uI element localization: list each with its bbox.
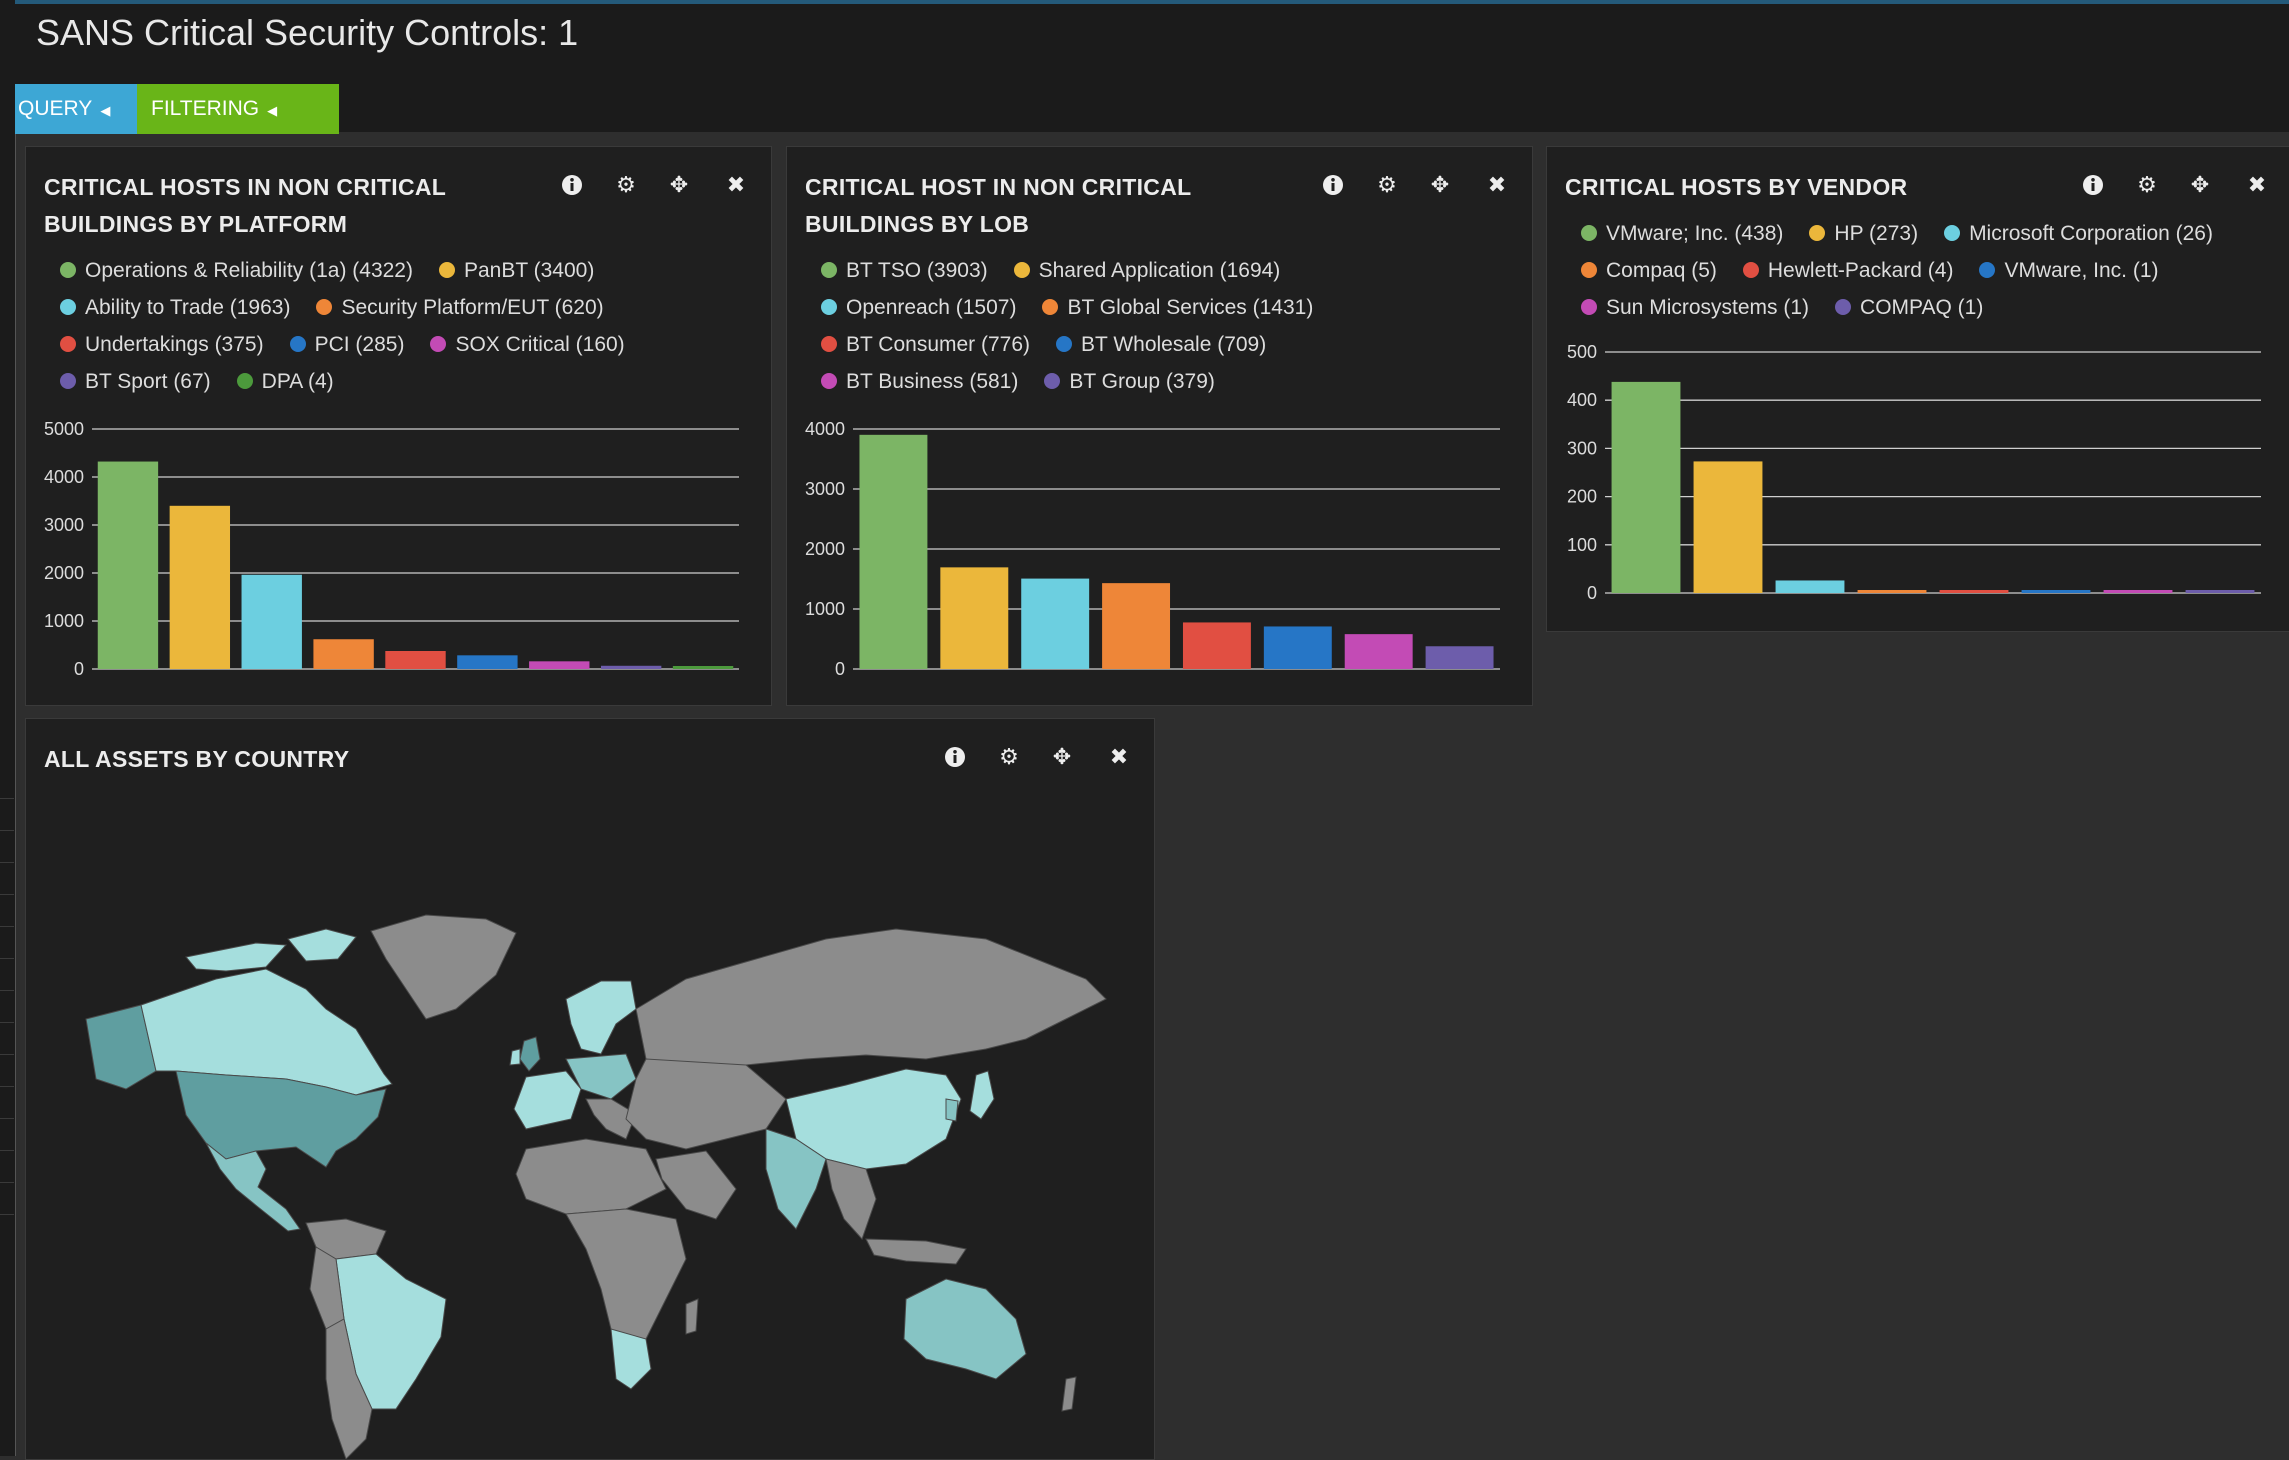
edge-cell (0, 928, 14, 959)
bar[interactable] (169, 505, 231, 669)
world-map[interactable] (26, 719, 1154, 1459)
y-tick-label: 3000 (805, 479, 845, 499)
edge-cell (0, 1088, 14, 1119)
edge-cell (0, 1152, 14, 1183)
y-tick-label: 1000 (44, 611, 84, 631)
bar[interactable] (1344, 634, 1413, 669)
y-tick-label: 0 (74, 659, 84, 679)
y-tick-label: 0 (835, 659, 845, 679)
bar[interactable] (529, 661, 590, 669)
query-button-label: QUERY (18, 97, 93, 120)
map-country-australia[interactable] (903, 1278, 1027, 1380)
y-tick-label: 5000 (44, 419, 84, 439)
map-country-north-africa[interactable] (515, 1138, 667, 1215)
bar-chart-vendor: 0 100 200 300 400 500 (1567, 342, 2261, 603)
map-country-new-zealand[interactable] (1061, 1376, 1077, 1412)
y-tick-label: 200 (1567, 487, 1597, 507)
edge-cell (0, 1024, 14, 1055)
left-edge-strip (0, 0, 16, 1456)
bar[interactable] (2021, 590, 2091, 593)
map-country-arabia[interactable] (655, 1150, 737, 1220)
dashboard-header: SANS Critical Security Controls: 1 QUERY… (15, 4, 2289, 134)
map-island-baffin[interactable] (287, 928, 357, 962)
map-country-france-iberia[interactable] (513, 1070, 582, 1130)
edge-cell (0, 1184, 14, 1215)
bar[interactable] (1611, 381, 1681, 593)
bar-chart-platform: 0 1000 2000 3000 4000 5000 (44, 419, 739, 679)
map-country-scandinavia[interactable] (565, 980, 637, 1055)
y-tick-label: 1000 (805, 599, 845, 619)
bar[interactable] (385, 651, 446, 669)
map-country-madagascar[interactable] (685, 1298, 699, 1335)
bar[interactable] (1857, 590, 1927, 593)
y-tick-label: 4000 (805, 419, 845, 439)
map-country-kazakh-middle-east[interactable] (625, 1058, 787, 1150)
bar[interactable] (457, 655, 518, 669)
map-country-greenland[interactable] (370, 914, 517, 1020)
page-title: SANS Critical Security Controls: 1 (36, 12, 579, 53)
caret-left-icon: ◀ (267, 103, 278, 118)
bar[interactable] (859, 434, 928, 669)
edge-cell (0, 1056, 14, 1087)
map-country-southeast-asia[interactable] (825, 1158, 877, 1240)
edge-cell (0, 1120, 14, 1151)
bar[interactable] (940, 567, 1009, 669)
y-tick-label: 0 (1587, 583, 1597, 603)
bar[interactable] (313, 639, 374, 669)
y-tick-label: 300 (1567, 438, 1597, 458)
edge-cell (0, 896, 14, 927)
bar[interactable] (97, 461, 159, 669)
map-country-mexico[interactable] (205, 1142, 301, 1232)
y-tick-label: 3000 (44, 515, 84, 535)
edge-cell (0, 992, 14, 1023)
bar[interactable] (1425, 646, 1494, 669)
edge-cell (0, 864, 14, 895)
panel-map: ALL ASSETS BY COUNTRY ⚙ ✥ ✖ (25, 718, 1155, 1460)
filtering-button-label: FILTERING (151, 97, 260, 120)
filtering-button[interactable]: FILTERING ◀ (137, 84, 339, 134)
bar[interactable] (1693, 461, 1763, 593)
map-country-japan[interactable] (969, 1070, 995, 1120)
edge-cell (0, 768, 14, 799)
caret-left-icon: ◀ (100, 103, 111, 118)
edge-cell (0, 832, 14, 863)
map-country-uk[interactable] (519, 1036, 541, 1072)
edge-cell (0, 800, 14, 831)
y-tick-label: 4000 (44, 467, 84, 487)
map-country-ireland[interactable] (509, 1048, 521, 1066)
y-tick-label: 500 (1567, 342, 1597, 362)
bar[interactable] (1182, 622, 1251, 669)
panel-vendor: CRITICAL HOSTS BY VENDOR ⚙ ✥ ✖ VMware; I… (1546, 146, 2289, 632)
bar[interactable] (1021, 578, 1090, 669)
map-island-arctic[interactable] (185, 942, 288, 972)
bar[interactable] (2103, 590, 2173, 593)
y-tick-label: 100 (1567, 535, 1597, 555)
panel-lob: CRITICAL HOST IN NON CRITICAL BUILDINGS … (786, 146, 1533, 706)
y-tick-label: 400 (1567, 390, 1597, 410)
map-country-indonesia[interactable] (865, 1238, 967, 1265)
bar[interactable] (1775, 580, 1845, 593)
bar[interactable] (2185, 590, 2255, 593)
panel-platform: CRITICAL HOSTS IN NON CRITICAL BUILDINGS… (25, 146, 772, 706)
edge-cell (0, 960, 14, 991)
bar[interactable] (1263, 626, 1332, 669)
bar[interactable] (600, 665, 662, 669)
bar-chart-lob: 0 1000 2000 3000 4000 (805, 419, 1500, 679)
y-tick-label: 2000 (805, 539, 845, 559)
y-tick-label: 2000 (44, 563, 84, 583)
bar[interactable] (1939, 590, 2009, 593)
map-country-russia[interactable] (635, 928, 1107, 1070)
bar[interactable] (1102, 583, 1171, 669)
bar[interactable] (672, 666, 734, 669)
map-country-korea[interactable] (945, 1098, 959, 1122)
bar[interactable] (241, 574, 302, 669)
query-button[interactable]: QUERY ◀ (15, 84, 152, 134)
